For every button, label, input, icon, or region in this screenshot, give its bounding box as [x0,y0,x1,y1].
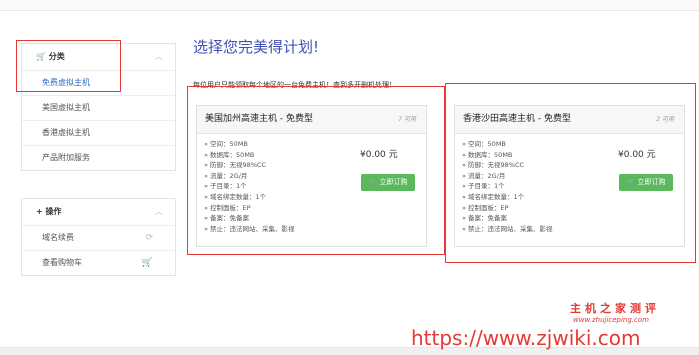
plus-icon: + [36,207,43,216]
page-title: 选择您完美得计划! [193,38,320,56]
actions-title: 操作 [45,207,62,216]
actions-header[interactable]: + 操作 ︿ [22,199,175,225]
sidebar-item-hk-hosting[interactable]: 香港虚拟主机 [22,120,175,145]
highlight-box-product-us [187,86,445,255]
domain-renew-label: 域名续费 [42,233,74,242]
chevron-up-icon[interactable]: ︿ [155,44,163,70]
sidebar-item-us-hosting[interactable]: 美国虚拟主机 [22,95,175,120]
sidebar-item-view-cart[interactable]: 查看购物车 🛒 [22,250,175,275]
view-cart-label: 查看购物车 [42,258,82,267]
watermark-url: https://www.zjwiki.com [411,326,641,350]
sidebar-actions-panel: + 操作 ︿ 域名续费 ⟳ 查看购物车 🛒 [21,198,176,276]
cart-icon: 🛒 [141,258,153,268]
highlight-box-product-hk [445,83,696,263]
chevron-up-icon[interactable]: ︿ [155,199,163,225]
sidebar-item-addons[interactable]: 产品附加服务 [22,145,175,170]
watermark-site: www.zhujiceping.com [573,316,649,324]
top-border [0,0,699,11]
highlight-box-categories [16,40,121,92]
sidebar-item-domain-renew[interactable]: 域名续费 ⟳ [22,225,175,250]
refresh-icon: ⟳ [145,233,153,243]
watermark-brand: 主机之家测评 [570,302,660,315]
